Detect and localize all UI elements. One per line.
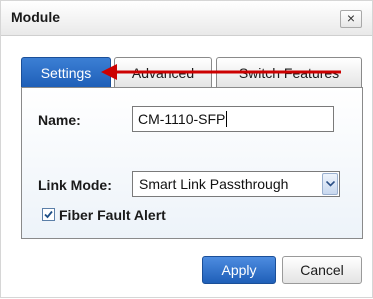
dialog-titlebar[interactable]: Module × bbox=[1, 1, 372, 36]
close-icon: × bbox=[346, 10, 356, 26]
link-mode-label: Link Mode: bbox=[38, 177, 112, 193]
settings-panel: Name: CM-1110-SFP Link Mode: Smart Link … bbox=[21, 87, 363, 239]
name-label: Name: bbox=[38, 112, 81, 128]
checkmark-icon bbox=[44, 210, 53, 219]
name-field[interactable]: CM-1110-SFP bbox=[132, 106, 334, 132]
chevron-down-icon[interactable] bbox=[322, 173, 338, 195]
tab-advanced[interactable]: Advanced bbox=[114, 57, 212, 87]
tab-switch-features[interactable]: Switch Features bbox=[216, 57, 362, 87]
link-mode-select[interactable]: Smart Link Passthrough bbox=[132, 171, 340, 197]
text-caret bbox=[226, 111, 228, 127]
module-dialog: Module × Settings Advanced Switch Featur… bbox=[0, 0, 373, 298]
name-field-value: CM-1110-SFP bbox=[138, 111, 226, 127]
link-mode-selected-value: Smart Link Passthrough bbox=[139, 176, 289, 192]
cancel-button[interactable]: Cancel bbox=[282, 256, 362, 284]
fiber-fault-label[interactable]: Fiber Fault Alert bbox=[59, 207, 166, 223]
dialog-title: Module bbox=[11, 9, 60, 25]
fiber-fault-checkbox[interactable] bbox=[42, 208, 55, 221]
tab-settings[interactable]: Settings bbox=[21, 57, 111, 87]
close-button[interactable]: × bbox=[340, 10, 362, 28]
apply-button[interactable]: Apply bbox=[202, 256, 276, 284]
